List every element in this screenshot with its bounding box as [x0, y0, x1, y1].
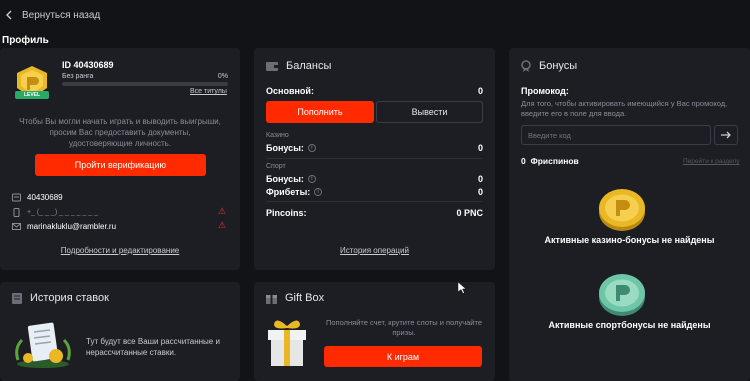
medal-icon	[521, 60, 531, 72]
profile-card: LEVEL ID 40430689 Без ранга 0% Все титул…	[0, 48, 240, 270]
operations-history-link[interactable]: История операций	[254, 246, 495, 255]
withdraw-button[interactable]: Вывести	[376, 101, 483, 123]
mail-icon	[12, 223, 21, 230]
balances-title: Балансы	[266, 60, 331, 72]
sport-bonuses-row: Бонусы: i 0	[266, 174, 483, 184]
bets-history-title-text: История ставок	[30, 292, 109, 304]
giftbox-card: Gift Box Пополняйте счет, крутите слоты …	[254, 282, 495, 381]
info-icon[interactable]: i	[307, 175, 316, 183]
gift-icon	[266, 294, 277, 304]
profile-id: ID 40430689	[62, 60, 114, 70]
main-balance-label: Основной:	[266, 86, 314, 96]
email-value: marinakluklu@rambler.ru	[27, 222, 117, 231]
freebets-label: Фрибеты: i	[266, 187, 323, 197]
cursor-icon	[457, 281, 467, 294]
wallet-icon	[266, 62, 278, 71]
freebets-value: 0	[477, 187, 483, 197]
account-id-row: 40430689	[12, 193, 63, 202]
email-warning-icon: ⚠	[218, 220, 227, 230]
casino-bonuses-value: 0	[477, 143, 483, 153]
sport-bonuses-empty: Активные спортбонусы не найдены	[548, 320, 711, 330]
sport-section-label: Спорт	[266, 163, 286, 170]
giftbox-title: Gift Box	[266, 292, 324, 304]
casino-bonuses-empty: Активные казино-бонусы не найдены	[544, 235, 715, 245]
casino-section-label: Казино	[266, 132, 289, 139]
receipt-illustration-icon	[12, 318, 74, 370]
sport-divider	[266, 201, 483, 202]
promo-input[interactable]	[521, 125, 711, 145]
deposit-button[interactable]: Пополнить	[266, 101, 374, 123]
details-link[interactable]: Подробности и редактирование	[0, 246, 240, 255]
info-icon[interactable]: i	[314, 188, 323, 196]
balances-title-text: Балансы	[286, 60, 332, 72]
gift-illustration-icon	[264, 316, 310, 368]
sport-bonuses-label: Бонусы: i	[266, 174, 316, 184]
pincoins-label: Pincoins:	[266, 208, 307, 218]
promo-hint: Для того, чтобы активировать имеющийся у…	[521, 99, 728, 118]
casino-bonuses-label: Бонусы: i	[266, 143, 316, 153]
verify-text: Чтобы Вы могли начать играть и выводить …	[19, 117, 221, 148]
top-bar: Вернуться назад	[0, 0, 750, 30]
email-row: marinakluklu@rambler.ru	[12, 222, 116, 231]
freebets-row: Фрибеты: i 0	[266, 187, 483, 197]
rank-progress-bar	[62, 82, 228, 86]
balances-card: Балансы Основной: 0 Пополнить Вывести Ка…	[254, 48, 495, 270]
info-icon[interactable]: i	[307, 144, 316, 152]
freespins-label: 0 Фриспинов	[521, 156, 579, 166]
giftbox-title-text: Gift Box	[285, 292, 325, 304]
casino-coin-icon	[597, 185, 647, 233]
history-icon	[12, 292, 22, 304]
promo-label: Промокод:	[521, 86, 569, 96]
rank-label: Без ранга	[62, 73, 94, 80]
page-title: Профиль	[2, 35, 49, 46]
phone-value: +_ (_ _ _) _ _ _ _ _ _ _	[27, 209, 99, 216]
id-card-icon	[12, 193, 21, 202]
casino-divider	[266, 158, 483, 159]
bets-history-empty-text: Тут будут все Ваши рассчитанные и нерасс…	[86, 337, 220, 357]
bets-history-card: История ставок Тут будут все Ваши рассчи…	[0, 282, 240, 381]
back-button[interactable]: Вернуться назад	[6, 10, 100, 21]
arrow-right-icon	[721, 131, 731, 139]
pincoins-row: Pincoins: 0 PNC	[266, 208, 483, 218]
level-badge-text: LEVEL	[23, 92, 41, 98]
to-games-button[interactable]: К играм	[324, 346, 482, 367]
phone-row: +_ (_ _ _) _ _ _ _ _ _ _	[12, 208, 98, 217]
verify-button[interactable]: Пройти верификацию	[35, 154, 206, 176]
main-balance-value: 0	[477, 86, 483, 96]
back-label: Вернуться назад	[22, 9, 101, 21]
promo-submit-button[interactable]	[714, 125, 738, 145]
freespins-link[interactable]: Перейти к разделу	[683, 158, 739, 165]
bonuses-card: Бонусы Промокод: Для того, чтобы активир…	[509, 48, 750, 381]
casino-bonuses-row: Бонусы: i 0	[266, 143, 483, 153]
bonuses-title-text: Бонусы	[539, 60, 578, 72]
giftbox-text: Пополняйте счет, крутите слоты и получай…	[325, 318, 482, 337]
bets-history-title: История ставок	[12, 292, 109, 304]
level-badge-icon: LEVEL	[12, 64, 52, 104]
phone-warning-icon: ⚠	[218, 206, 227, 216]
bonuses-title: Бонусы	[521, 60, 577, 72]
main-balance-row: Основной: 0	[266, 86, 483, 96]
sport-bonuses-value: 0	[477, 174, 483, 184]
all-titles-link[interactable]: Все титулы	[190, 88, 227, 95]
rank-progress-value: 0%	[217, 73, 228, 80]
chevron-left-icon	[6, 10, 12, 20]
pincoins-value: 0 PNC	[456, 208, 483, 218]
sport-coin-icon	[597, 270, 647, 318]
account-id: 40430689	[27, 193, 63, 202]
phone-icon	[13, 208, 20, 217]
